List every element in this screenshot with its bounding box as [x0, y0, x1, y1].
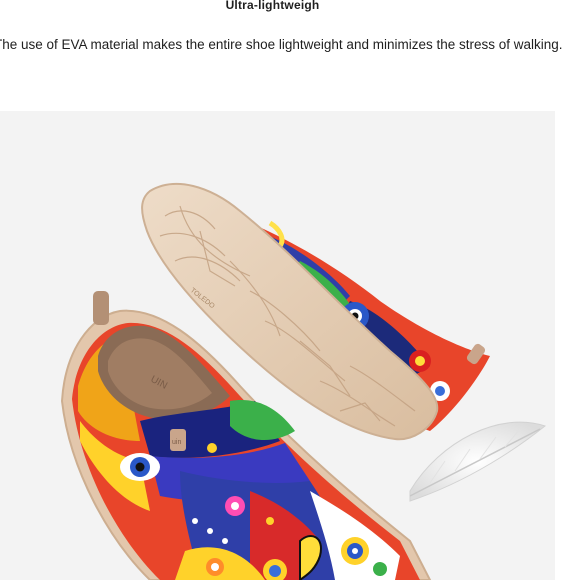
product-image: TOLEDO UIN uin — [0, 111, 555, 580]
feature-title: Ultra-lightweigh — [225, 0, 320, 12]
feather-graphic — [409, 421, 547, 502]
heel-tab-text: uin — [172, 439, 181, 446]
feature-description: The use of EVA material makes the entire… — [0, 37, 563, 52]
